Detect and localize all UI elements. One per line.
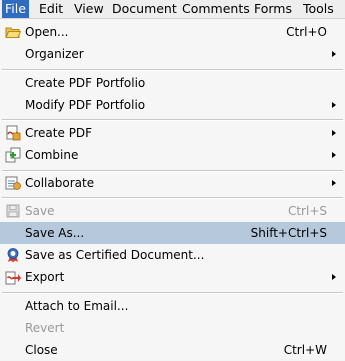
menu-item-attach-to-email[interactable]: Attach to Email... — [0, 295, 345, 317]
menu-item-label: Collaborate — [25, 176, 95, 190]
menu-item-save-certified[interactable]: Save as Certified Document... — [0, 244, 345, 266]
menu-comments[interactable]: Comments — [179, 0, 253, 18]
save-icon — [5, 203, 21, 219]
menu-separator — [2, 119, 343, 121]
menu-tools[interactable]: Tools — [300, 0, 337, 18]
folder-open-icon — [5, 24, 22, 40]
menu-separator — [2, 69, 343, 71]
submenu-arrow-icon — [332, 180, 336, 186]
combine-icon — [5, 147, 21, 163]
menu-document[interactable]: Document — [109, 0, 180, 18]
menu-item-create-pdf[interactable]: Create PDF — [0, 122, 345, 144]
menu-edit[interactable]: Edit — [36, 0, 66, 18]
menu-item-export[interactable]: Export — [0, 266, 345, 288]
menu-item-create-pdf-portfolio[interactable]: Create PDF Portfolio — [0, 72, 345, 94]
submenu-arrow-icon — [332, 130, 336, 136]
menu-separator — [2, 197, 343, 199]
submenu-arrow-icon — [332, 102, 336, 108]
menu-item-organizer[interactable]: Organizer — [0, 43, 345, 65]
menu-bar: File Edit View Document Comments Forms T… — [0, 0, 345, 19]
menu-item-open[interactable]: Open... Ctrl+O — [0, 21, 345, 43]
menu-item-label: Revert — [25, 321, 65, 335]
menu-item-revert[interactable]: Revert — [0, 317, 345, 339]
submenu-arrow-icon — [332, 274, 336, 280]
menu-view[interactable]: View — [71, 0, 107, 18]
submenu-arrow-icon — [332, 152, 336, 158]
menu-item-label: Create PDF Portfolio — [25, 76, 146, 90]
menu-item-label: Save As... — [25, 226, 85, 240]
menu-separator — [2, 292, 343, 294]
menu-forms[interactable]: Forms — [251, 0, 295, 18]
menu-item-label: Combine — [25, 148, 79, 162]
file-menu-dropdown: Open... Ctrl+O Organizer Create PDF Port… — [0, 19, 345, 359]
submenu-arrow-icon — [332, 51, 336, 57]
menu-item-shortcut: Ctrl+O — [286, 25, 327, 39]
menu-item-label: Save as Certified Document... — [25, 248, 205, 262]
menu-item-shortcut: Ctrl+W — [283, 343, 327, 357]
menu-item-label: Organizer — [25, 47, 84, 61]
menu-file[interactable]: File — [2, 0, 29, 18]
menu-item-save-as[interactable]: Save As... Shift+Ctrl+S — [0, 222, 345, 244]
menu-item-label: Create PDF — [25, 126, 93, 140]
menu-item-save[interactable]: Save Ctrl+S — [0, 200, 345, 222]
collaborate-icon — [5, 175, 21, 191]
menu-item-label: Save — [25, 204, 55, 218]
menu-item-combine[interactable]: Combine — [0, 144, 345, 166]
export-icon — [5, 269, 21, 285]
menu-item-label: Export — [25, 270, 65, 284]
create-pdf-icon — [5, 125, 21, 141]
menu-item-collaborate[interactable]: Collaborate — [0, 172, 345, 194]
menu-item-shortcut: Shift+Ctrl+S — [250, 226, 327, 240]
menu-item-close[interactable]: Close Ctrl+W — [0, 339, 345, 361]
menu-item-shortcut: Ctrl+S — [287, 204, 327, 218]
certified-ribbon-icon — [5, 247, 21, 263]
menu-item-label: Attach to Email... — [25, 299, 129, 313]
menu-item-label: Close — [25, 343, 58, 357]
menu-item-label: Modify PDF Portfolio — [25, 98, 146, 112]
menu-item-modify-pdf-portfolio[interactable]: Modify PDF Portfolio — [0, 94, 345, 116]
menu-item-label: Open... — [25, 25, 69, 39]
